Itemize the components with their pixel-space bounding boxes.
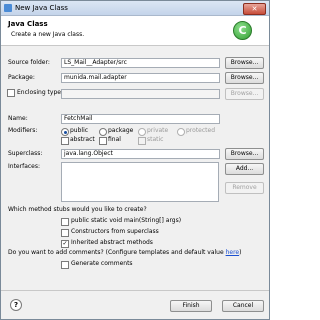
- modifier-protected-radio[interactable]: [177, 128, 185, 136]
- banner-title: Java Class: [8, 20, 48, 28]
- generate-comments-label: Generate comments: [71, 260, 133, 267]
- close-button[interactable]: ✕: [243, 3, 266, 15]
- remove-interface-button[interactable]: Remove: [225, 182, 264, 194]
- package-browse-button[interactable]: Browse...: [225, 72, 264, 84]
- modifier-abstract-label: abstract: [70, 136, 95, 143]
- banner-subtitle: Create a new Java class.: [11, 31, 85, 38]
- modifier-static-checkbox[interactable]: [138, 137, 146, 145]
- source-folder-browse-button[interactable]: Browse...: [225, 57, 264, 69]
- interfaces-label: Interfaces:: [8, 163, 41, 170]
- modifier-abstract-checkbox[interactable]: [61, 137, 69, 145]
- new-java-class-dialog: New Java Class ✕ Java Class Create a new…: [0, 0, 270, 320]
- help-icon[interactable]: ?: [10, 299, 22, 311]
- generate-comments-checkbox[interactable]: [61, 261, 69, 269]
- modifier-public-radio[interactable]: [61, 128, 69, 136]
- modifier-private-radio[interactable]: [138, 128, 146, 136]
- superclass-label: Superclass:: [8, 150, 43, 157]
- class-name-field[interactable]: FetchMail: [61, 114, 220, 124]
- superclass-browse-button[interactable]: Browse...: [225, 148, 264, 160]
- source-folder-field[interactable]: LS_Mail__Adapter/src: [61, 58, 220, 68]
- wizard-banner: Java Class Create a new Java class. C: [1, 16, 269, 46]
- eclipse-window-icon: [4, 4, 12, 12]
- name-label: Name:: [8, 115, 28, 122]
- modifier-final-checkbox[interactable]: [99, 137, 107, 145]
- interfaces-list[interactable]: [61, 162, 219, 202]
- footer-separator: [1, 290, 269, 291]
- modifier-protected-label: protected: [186, 127, 216, 134]
- add-interface-button[interactable]: Add...: [225, 163, 264, 175]
- title-bar: New Java Class ✕: [1, 1, 269, 16]
- modifier-package-label: package: [108, 127, 134, 134]
- modifier-public-label: public: [70, 127, 89, 134]
- comments-question: Do you want to add comments? (Configure …: [8, 249, 242, 256]
- java-class-wizard-icon: C: [233, 21, 252, 40]
- inherited-methods-label: Inherited abstract methods: [71, 239, 153, 246]
- modifier-static-label: static: [147, 136, 164, 143]
- inherited-methods-checkbox[interactable]: ✓: [61, 240, 69, 248]
- configure-templates-link[interactable]: here: [226, 249, 240, 256]
- package-field[interactable]: munida.mail.adapter: [61, 73, 220, 83]
- cancel-button[interactable]: Cancel: [222, 300, 264, 312]
- constructors-checkbox[interactable]: [61, 229, 69, 237]
- modifier-final-label: final: [108, 136, 121, 143]
- main-method-label: public static void main(String[] args): [71, 217, 182, 224]
- enclosing-type-field[interactable]: [61, 89, 220, 99]
- modifiers-label: Modifiers:: [8, 127, 38, 134]
- enclosing-type-browse-button[interactable]: Browse...: [225, 88, 264, 100]
- modifier-package-radio[interactable]: [99, 128, 107, 136]
- method-stubs-question: Which method stubs would you like to cre…: [8, 206, 147, 213]
- constructors-label: Constructors from superclass: [71, 228, 159, 235]
- package-label: Package:: [8, 74, 35, 81]
- window-title: New Java Class: [15, 4, 68, 12]
- modifier-private-label: private: [147, 127, 169, 134]
- enclosing-type-checkbox[interactable]: [7, 89, 15, 97]
- main-method-checkbox[interactable]: [61, 218, 69, 226]
- superclass-field[interactable]: java.lang.Object: [61, 149, 220, 159]
- finish-button[interactable]: Finish: [170, 300, 212, 312]
- source-folder-label: Source folder:: [8, 59, 50, 66]
- enclosing-type-label: Enclosing type:: [17, 89, 63, 96]
